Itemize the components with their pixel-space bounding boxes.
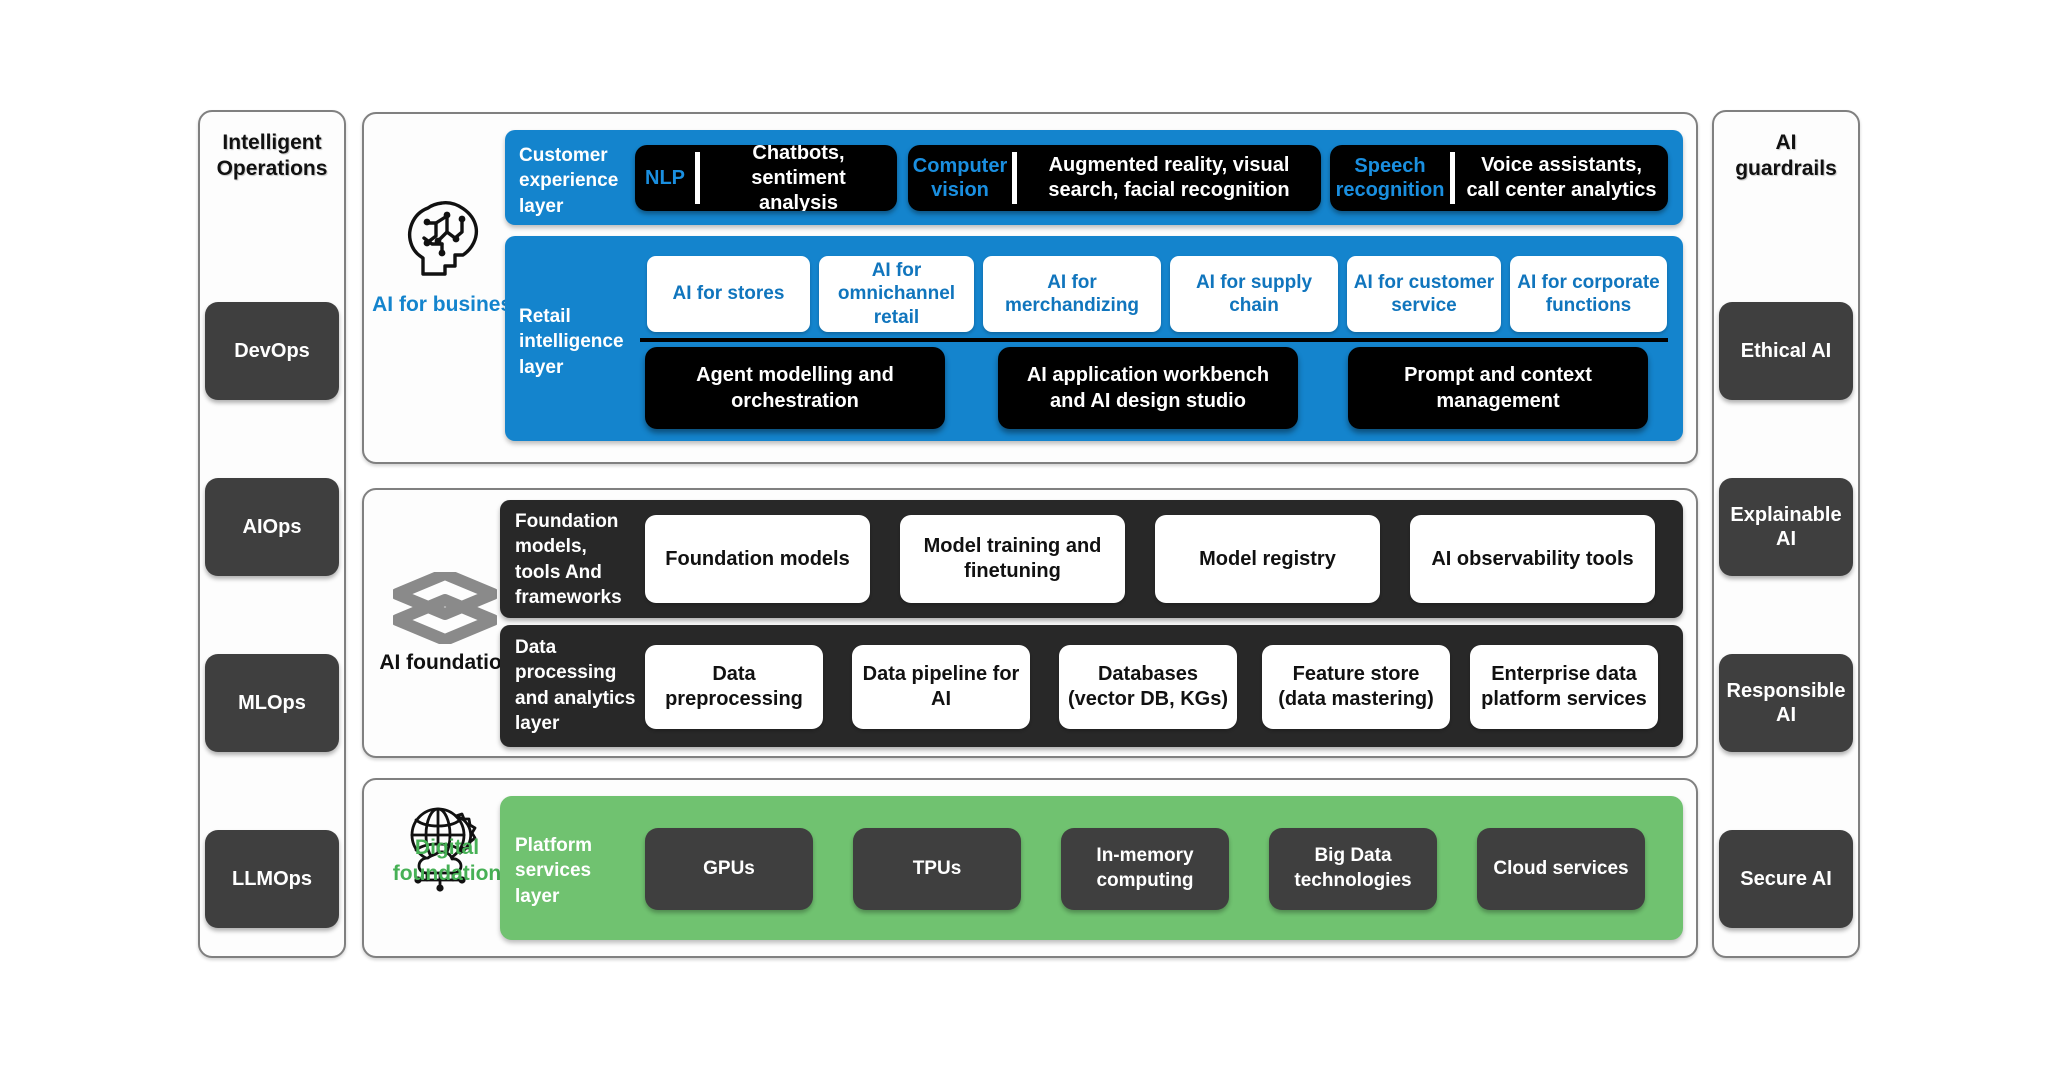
capability-speech-recognition[interactable]: Speech recognition Voice assistants, cal…: [1330, 145, 1668, 211]
domain-ai-for-omnichannel-retail-label: AI for omnichannel retail: [837, 260, 956, 328]
platform-ai-workbench[interactable]: AI application workbench and AI design s…: [998, 347, 1298, 429]
foundation-item-foundation-models[interactable]: Foundation models: [645, 515, 870, 603]
left-rail-title-line2: Operations: [216, 157, 328, 181]
domain-ai-for-customer-service-label: AI for customer service: [1353, 271, 1495, 316]
capability-computer-vision[interactable]: Computer vision Augmented reality, visua…: [908, 145, 1321, 211]
retail-intelligence-layer-label-text: Retail intelligence layer: [519, 306, 624, 378]
domain-ai-for-corporate-functions[interactable]: AI for corporate functions: [1510, 256, 1667, 332]
data-processing-layer-label: Data processing and analytics layer: [515, 635, 637, 736]
sidebar-item-llmops-label: LLMOps: [232, 867, 312, 890]
sidebar-item-secure-ai-label: Secure AI: [1740, 867, 1832, 890]
domain-ai-for-merchandizing-label: AI for merchandizing: [1004, 271, 1140, 316]
ai-for-business-label-text: AI for business: [372, 293, 524, 316]
sidebar-item-mlops-label: MLOps: [238, 691, 306, 714]
foundation-item-model-training-label: Model training and finetuning: [923, 535, 1102, 582]
data-item-preprocessing-label: Data preprocessing: [665, 663, 803, 710]
domain-ai-for-stores[interactable]: AI for stores: [647, 256, 810, 332]
retail-intelligence-layer-label: Retail intelligence layer: [519, 304, 631, 380]
data-item-pipeline-label: Data pipeline for AI: [862, 663, 1020, 710]
infra-item-cloud-services-label: Cloud services: [1493, 857, 1629, 879]
customer-experience-layer-label-text: Customer experience layer: [519, 145, 619, 217]
infra-item-tpus-label: TPUs: [912, 857, 962, 879]
sidebar-item-responsible-ai-label: Responsible AI: [1726, 679, 1846, 726]
sidebar-item-aiops-label: AIOps: [242, 515, 302, 538]
data-item-enterprise-platform-label: Enterprise data platform services: [1481, 663, 1647, 710]
data-item-databases[interactable]: Databases (vector DB, KGs): [1059, 645, 1237, 729]
sidebar-item-ethical-ai[interactable]: Ethical AI: [1719, 302, 1853, 400]
capability-computer-vision-body: Augmented reality, visual search, facial…: [1048, 154, 1290, 201]
left-rail-title-line1: Intelligent: [222, 131, 322, 154]
right-rail-title-line1: AI: [1775, 131, 1797, 154]
data-item-feature-store-label: Feature store (data mastering): [1278, 663, 1434, 710]
retail-intelligence-divider: [640, 338, 1668, 342]
infra-item-tpus[interactable]: TPUs: [853, 828, 1021, 910]
capability-nlp[interactable]: NLP Chatbots, sentiment analysis: [635, 145, 897, 211]
foundation-item-ai-observability-label: AI observability tools: [1431, 547, 1634, 570]
sidebar-item-secure-ai[interactable]: Secure AI: [1719, 830, 1853, 928]
stacked-layers-icon: [391, 568, 499, 646]
digital-foundation-label-text: Digital foundation: [392, 836, 502, 885]
domain-ai-for-omnichannel-retail[interactable]: AI for omnichannel retail: [819, 256, 974, 332]
platform-services-layer-label: Platform services layer: [515, 833, 625, 909]
capability-nlp-body: Chatbots, sentiment analysis: [751, 145, 846, 211]
platform-ai-workbench-label: AI application workbench and AI design s…: [1026, 364, 1270, 412]
sidebar-item-aiops[interactable]: AIOps: [205, 478, 339, 576]
domain-ai-for-supply-chain[interactable]: AI for supply chain: [1170, 256, 1338, 332]
data-item-feature-store[interactable]: Feature store (data mastering): [1262, 645, 1450, 729]
infra-item-gpus[interactable]: GPUs: [645, 828, 813, 910]
sidebar-item-mlops[interactable]: MLOps: [205, 654, 339, 752]
foundation-models-layer-label-text: Foundation models, tools And frameworks: [515, 511, 622, 608]
domain-ai-for-corporate-functions-label: AI for corporate functions: [1517, 271, 1660, 316]
platform-agent-modelling-label: Agent modelling and orchestration: [696, 364, 894, 412]
infra-item-big-data-technologies[interactable]: Big Data technologies: [1269, 828, 1437, 910]
data-item-pipeline[interactable]: Data pipeline for AI: [852, 645, 1030, 729]
customer-experience-layer-label: Customer experience layer: [519, 143, 629, 219]
domain-ai-for-stores-label: AI for stores: [672, 283, 785, 305]
platform-agent-modelling[interactable]: Agent modelling and orchestration: [645, 347, 945, 429]
domain-ai-for-supply-chain-label: AI for supply chain: [1195, 271, 1313, 316]
capability-speech-recognition-body: Voice assistants, call center analytics: [1466, 154, 1657, 201]
foundation-models-layer-label: Foundation models, tools And frameworks: [515, 509, 625, 610]
right-rail-title-line2: guardrails: [1735, 157, 1837, 181]
sidebar-item-devops-label: DevOps: [234, 339, 310, 362]
sidebar-item-devops[interactable]: DevOps: [205, 302, 339, 400]
ai-for-business-label: AI for business: [368, 292, 528, 318]
left-rail-title: Intelligent Operations: [200, 130, 344, 183]
sidebar-item-explainable-ai[interactable]: Explainable AI: [1719, 478, 1853, 576]
diagram-canvas: Intelligent Operations DevOps AIOps MLOp…: [0, 0, 2048, 1076]
infra-item-big-data-technologies-label: Big Data technologies: [1294, 845, 1412, 891]
data-item-databases-label: Databases (vector DB, KGs): [1067, 663, 1229, 710]
sidebar-item-explainable-ai-label: Explainable AI: [1730, 503, 1842, 550]
infra-item-gpus-label: GPUs: [703, 857, 755, 879]
sidebar-item-llmops[interactable]: LLMOps: [205, 830, 339, 928]
data-processing-layer-label-text: Data processing and analytics layer: [515, 637, 636, 734]
domain-ai-for-merchandizing[interactable]: AI for merchandizing: [983, 256, 1161, 332]
sidebar-item-ethical-ai-label: Ethical AI: [1740, 339, 1832, 362]
brain-circuit-head-icon: [398, 192, 502, 284]
sidebar-item-responsible-ai[interactable]: Responsible AI: [1719, 654, 1853, 752]
platform-services-layer-label-text: Platform services layer: [515, 835, 593, 907]
right-rail-title: AI guardrails: [1714, 130, 1858, 183]
ai-foundation-label-text: AI foundation: [379, 651, 515, 674]
infra-item-in-memory-computing[interactable]: In-memory computing: [1061, 828, 1229, 910]
capability-speech-recognition-lead: Speech recognition: [1335, 155, 1445, 201]
foundation-item-model-training[interactable]: Model training and finetuning: [900, 515, 1125, 603]
capability-nlp-lead: NLP: [645, 167, 685, 189]
domain-ai-for-customer-service[interactable]: AI for customer service: [1347, 256, 1501, 332]
foundation-item-model-registry[interactable]: Model registry: [1155, 515, 1380, 603]
foundation-item-ai-observability[interactable]: AI observability tools: [1410, 515, 1655, 603]
foundation-item-foundation-models-label: Foundation models: [665, 547, 850, 570]
infra-item-in-memory-computing-label: In-memory computing: [1096, 845, 1194, 891]
infra-item-cloud-services[interactable]: Cloud services: [1477, 828, 1645, 910]
data-item-preprocessing[interactable]: Data preprocessing: [645, 645, 823, 729]
platform-prompt-context[interactable]: Prompt and context management: [1348, 347, 1648, 429]
platform-prompt-context-label: Prompt and context management: [1404, 364, 1592, 412]
capability-computer-vision-lead: Computer vision: [912, 155, 1008, 201]
foundation-item-model-registry-label: Model registry: [1199, 547, 1336, 570]
data-item-enterprise-platform[interactable]: Enterprise data platform services: [1470, 645, 1658, 729]
